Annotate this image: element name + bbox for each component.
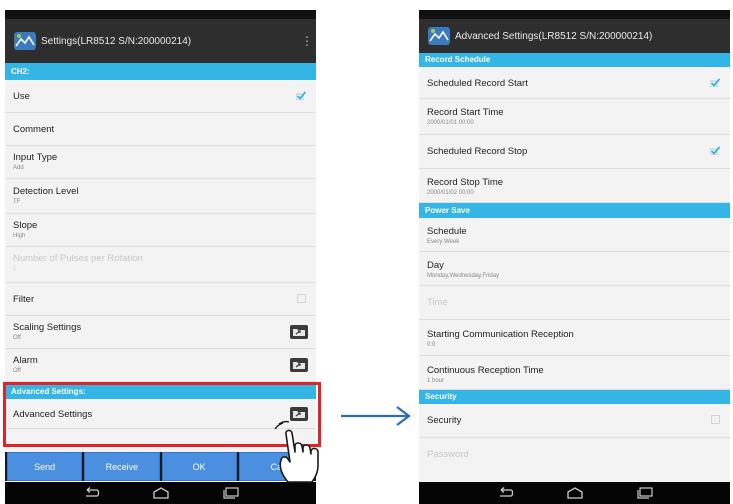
status-bar [419, 10, 730, 19]
setting-filter[interactable]: Filter [5, 283, 316, 316]
setting-label: Security [427, 415, 462, 426]
setting-input-type[interactable]: Input Type Add [5, 146, 316, 179]
setting-value: 2000/01/01 00:00 [427, 120, 474, 126]
setting-continuous-reception[interactable]: Continuous Reception Time 1 hour [419, 356, 730, 390]
setting-detection-level[interactable]: Detection Level TF [5, 179, 316, 214]
app-logo-icon [428, 27, 450, 45]
setting-label: Scheduled Record Start [427, 78, 528, 89]
checkbox-unchecked-icon[interactable] [297, 294, 306, 303]
setting-use[interactable]: Use [5, 80, 316, 113]
open-scaling-button[interactable] [290, 325, 308, 339]
setting-label: Use [13, 91, 30, 102]
app-logo-icon [14, 32, 36, 50]
action-bar: Send Receive OK Ca [5, 452, 316, 481]
setting-scheduled-start[interactable]: Scheduled Record Start [419, 67, 730, 99]
setting-label: Schedule [427, 226, 467, 237]
setting-label: Day [427, 260, 444, 271]
setting-label: Slope [13, 220, 38, 231]
setting-label: Scheduled Record Stop [427, 146, 528, 157]
checkbox-checked-icon[interactable] [710, 146, 720, 155]
section-header-ch2: CH2: [5, 63, 316, 80]
setting-value: 2000/01/02 00:00 [427, 190, 474, 196]
home-icon[interactable] [152, 487, 170, 499]
setting-label: Input Type [13, 152, 58, 163]
system-nav-bar [5, 482, 316, 504]
setting-value: High [13, 233, 26, 239]
app-bar: Settings(LR8512 S/N:200000214) ⋮ [5, 19, 316, 63]
advanced-settings-list: Record Schedule Scheduled Record Start R… [419, 53, 730, 472]
setting-slope[interactable]: Slope High [5, 214, 316, 247]
folder-arrow-icon [293, 362, 305, 369]
overflow-menu-icon[interactable]: ⋮ [298, 35, 316, 47]
app-bar: Advanced Settings(LR8512 S/N:200000214) [419, 19, 730, 53]
setting-value: 0:0 [427, 342, 436, 348]
setting-time: Time [419, 286, 730, 320]
page-title: Advanced Settings(LR8512 S/N:200000214) [455, 30, 653, 42]
setting-scheduled-stop[interactable]: Scheduled Record Stop [419, 135, 730, 169]
setting-value: Monday,Wednesday,Friday [427, 273, 500, 279]
setting-value: TF [13, 199, 21, 205]
settings-list: CH2: Use Comment Input Type Add Detectio… [5, 63, 316, 429]
setting-pulses: Number of Pulses per Rotation 1 [5, 247, 316, 283]
system-nav-bar [419, 482, 730, 504]
setting-record-stop-time[interactable]: Record Stop Time 2000/01/02 00:00 [419, 169, 730, 203]
section-header-security: Security [419, 390, 730, 404]
setting-alarm[interactable]: Alarm Off [5, 349, 316, 382]
status-bar [5, 10, 316, 19]
setting-label: Alarm [13, 355, 38, 366]
setting-label: Number of Pulses per Rotation [13, 253, 143, 264]
home-icon[interactable] [566, 487, 584, 499]
setting-record-start-time[interactable]: Record Start Time 2000/01/01 00:00 [419, 99, 730, 135]
setting-label: Filter [13, 294, 35, 305]
setting-label: Starting Communication Reception [427, 329, 574, 340]
advanced-settings-screen: Advanced Settings(LR8512 S/N:200000214) … [419, 10, 730, 504]
section-header-record: Record Schedule [419, 53, 730, 67]
setting-password: Password [419, 438, 730, 472]
setting-label: Time [427, 297, 448, 308]
send-button[interactable]: Send [7, 452, 83, 481]
receive-button[interactable]: Receive [84, 452, 160, 481]
setting-value: 1 [13, 266, 17, 272]
setting-value: Add [13, 165, 24, 171]
setting-label: Detection Level [13, 186, 79, 197]
right-arrow-icon [341, 406, 411, 426]
setting-label: Record Stop Time [427, 177, 504, 188]
folder-arrow-icon [293, 329, 305, 336]
pointing-hand-icon [274, 420, 319, 483]
setting-label: Comment [13, 124, 55, 135]
back-icon[interactable] [496, 487, 514, 499]
setting-label: Password [427, 449, 469, 460]
setting-label: Record Start Time [427, 107, 504, 118]
setting-label: Continuous Reception Time [427, 365, 544, 376]
checkbox-checked-icon[interactable] [296, 91, 306, 100]
ok-button[interactable]: OK [161, 452, 237, 481]
setting-label: Scaling Settings [13, 322, 82, 333]
recent-apps-icon[interactable] [636, 487, 654, 499]
recent-apps-icon[interactable] [222, 487, 240, 499]
back-icon[interactable] [82, 487, 100, 499]
page-title: Settings(LR8512 S/N:200000214) [41, 35, 192, 47]
checkbox-checked-icon[interactable] [710, 78, 720, 87]
setting-value: Every Week [427, 239, 460, 245]
checkbox-unchecked-icon[interactable] [711, 415, 720, 424]
setting-security[interactable]: Security [419, 404, 730, 438]
setting-comment[interactable]: Comment [5, 113, 316, 146]
setting-day[interactable]: Day Monday,Wednesday,Friday [419, 252, 730, 286]
setting-value: 1 hour [427, 378, 445, 384]
setting-starting-communication[interactable]: Starting Communication Reception 0:0 [419, 320, 730, 356]
open-alarm-button[interactable] [290, 358, 308, 372]
setting-schedule[interactable]: Schedule Every Week [419, 218, 730, 252]
setting-value: Off [13, 335, 21, 341]
setting-value: Off [13, 368, 21, 374]
setting-scaling[interactable]: Scaling Settings Off [5, 316, 316, 349]
section-header-power-save: Power Save [419, 203, 730, 218]
